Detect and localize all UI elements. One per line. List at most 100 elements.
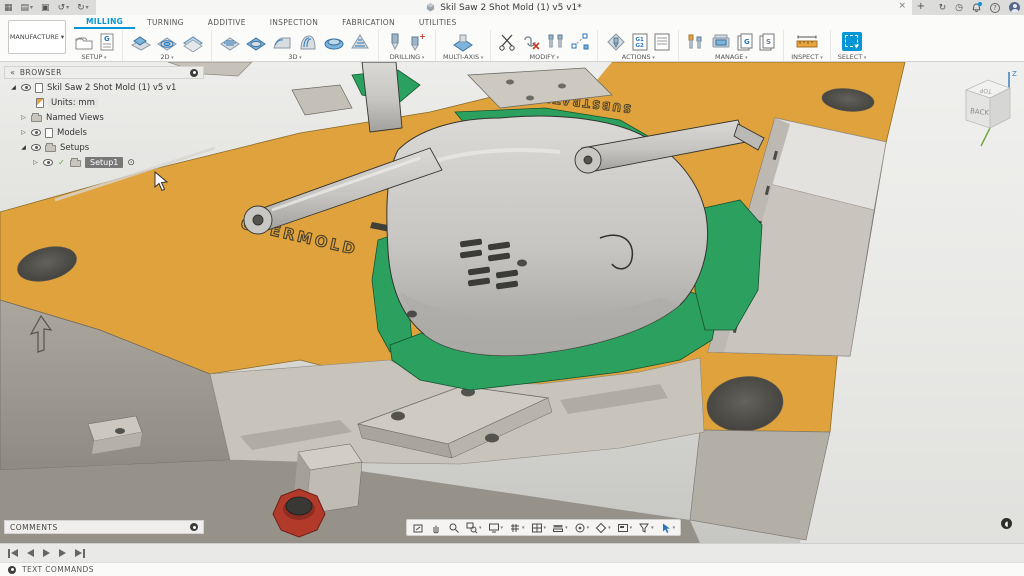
2d-face-icon[interactable]: [182, 32, 204, 52]
visibility-eye-icon[interactable]: [31, 129, 41, 136]
viewport-canvas[interactable]: OVERMOLD SUBSTRATE: [0, 62, 1024, 543]
zoom-window-icon[interactable]: ▾: [466, 522, 482, 534]
drill-icon[interactable]: [386, 32, 404, 52]
select-arrow-icon[interactable]: ▾: [660, 522, 676, 534]
expand-icon[interactable]: ▷: [20, 129, 27, 136]
assistant-bubble-icon[interactable]: ◖: [1001, 518, 1012, 529]
recent-clock-icon[interactable]: ◷: [955, 3, 963, 13]
visibility-eye-icon[interactable]: [31, 144, 41, 151]
text-commands-icon[interactable]: [8, 566, 16, 574]
new-setup-icon[interactable]: [73, 32, 95, 52]
visibility-eye-icon[interactable]: [21, 84, 31, 91]
panel-options-icon[interactable]: [190, 69, 198, 77]
close-tab-icon[interactable]: ×: [898, 1, 906, 11]
file-menu-icon[interactable]: ▤▾: [21, 3, 34, 13]
text-commands-label[interactable]: TEXT COMMANDS: [22, 565, 94, 574]
select-tool-icon[interactable]: [842, 32, 862, 51]
multiaxis-icon[interactable]: [451, 32, 475, 52]
tree-row-document[interactable]: ◢ Skil Saw 2 Shot Mold (1) v5 v1: [4, 81, 204, 94]
group-label-3d[interactable]: 3D: [288, 53, 301, 61]
tab-milling[interactable]: MILLING: [74, 16, 135, 29]
step-forward-button[interactable]: [59, 549, 66, 557]
tree-row-units[interactable]: Units: mm: [4, 96, 204, 109]
tree-row-setup1[interactable]: ▷ ✓ Setup1 ⊙: [4, 156, 204, 169]
group-label-drilling[interactable]: DRILLING: [390, 53, 425, 61]
2d-adaptive-icon[interactable]: [130, 32, 152, 52]
post-library-icon[interactable]: G: [736, 32, 754, 52]
help-icon[interactable]: ?: [990, 3, 1000, 13]
group-label-2d[interactable]: 2D: [160, 53, 173, 61]
expand-icon[interactable]: ▷: [20, 114, 27, 121]
active-setup-icon[interactable]: ⊙: [127, 158, 135, 168]
undo-icon[interactable]: ↺▾: [58, 3, 70, 13]
expand-icon[interactable]: ◢: [20, 144, 27, 151]
zoom-icon[interactable]: [448, 522, 460, 534]
comments-panel[interactable]: COMMENTS: [4, 520, 204, 534]
look-at-icon[interactable]: ▾: [595, 522, 611, 534]
redo-icon[interactable]: ↻▾: [77, 3, 89, 13]
skip-end-button[interactable]: [75, 549, 85, 558]
step-back-button[interactable]: [27, 549, 34, 557]
tree-row-models[interactable]: ▷ Models: [4, 126, 204, 139]
profile-avatar[interactable]: [1009, 2, 1020, 13]
tab-additive[interactable]: ADDITIVE: [196, 16, 258, 29]
view-cube[interactable]: TOP BACK Z: [952, 66, 1018, 152]
tree-row-setups[interactable]: ◢ Setups: [4, 141, 204, 154]
skip-start-button[interactable]: [8, 549, 18, 558]
workspace-selector-button[interactable]: MANUFACTURE ▾: [8, 20, 66, 54]
job-status-icon[interactable]: ↻: [939, 3, 947, 13]
group-label-setup[interactable]: SETUP: [82, 53, 107, 61]
save-icon[interactable]: ▣: [41, 3, 50, 13]
tab-fabrication[interactable]: FABRICATION: [330, 16, 407, 29]
tab-utilities[interactable]: UTILITIES: [407, 16, 469, 29]
3d-spiral-icon[interactable]: [349, 32, 371, 52]
group-label-select[interactable]: SELECT: [838, 53, 867, 61]
notifications-bell-icon[interactable]: [972, 3, 981, 13]
group-label-multiaxis[interactable]: MULTI-AXIS: [443, 53, 483, 61]
tab-turning[interactable]: TURNING: [135, 16, 196, 29]
setup-sheet-action-icon[interactable]: [653, 32, 671, 52]
3d-adaptive-icon[interactable]: [219, 32, 241, 52]
3d-steep-shallow-icon[interactable]: [271, 32, 293, 52]
tool-library-icon[interactable]: [686, 32, 706, 52]
edit-tool-icon[interactable]: [546, 32, 566, 52]
expand-icon[interactable]: ▷: [32, 159, 39, 166]
selected-setup-chip[interactable]: Setup1: [85, 157, 123, 168]
screen-icon[interactable]: ▾: [617, 522, 633, 534]
delete-passes-icon[interactable]: [522, 32, 542, 52]
document-tab[interactable]: Skil Saw 2 Shot Mold (1) v5 v1* ×: [96, 0, 912, 15]
simulate-icon[interactable]: [605, 32, 627, 52]
visibility-eye-icon[interactable]: [43, 159, 53, 166]
group-label-modify[interactable]: MODIFY: [530, 53, 559, 61]
pan-icon[interactable]: [430, 522, 442, 534]
app-grid-icon[interactable]: ▦: [4, 3, 13, 13]
3d-pocket-icon[interactable]: [245, 32, 267, 52]
browser-header[interactable]: « BROWSER: [4, 66, 204, 79]
post-process-icon[interactable]: G1G2: [631, 32, 649, 52]
group-label-inspect[interactable]: INSPECT: [791, 53, 823, 61]
3d-contour-icon[interactable]: [323, 32, 345, 52]
new-tab-button[interactable]: +: [917, 1, 925, 12]
measure-icon[interactable]: [795, 32, 819, 52]
viewports-icon[interactable]: ▾: [531, 522, 547, 534]
machine-library-icon[interactable]: [710, 32, 732, 52]
edit-points-icon[interactable]: [570, 32, 590, 52]
tap-icon[interactable]: +: [408, 32, 428, 52]
play-button[interactable]: [43, 549, 50, 557]
display-settings-icon[interactable]: ▾: [488, 522, 504, 534]
filter-icon[interactable]: ▾: [638, 522, 654, 534]
fit-view-icon[interactable]: [412, 522, 424, 534]
template-library-icon[interactable]: S: [758, 32, 776, 52]
grid-icon[interactable]: ▾: [509, 522, 525, 534]
steps-icon[interactable]: ▾: [552, 522, 568, 534]
group-label-manage[interactable]: MANAGE: [715, 53, 748, 61]
tree-row-named-views[interactable]: ▷ Named Views: [4, 111, 204, 124]
expand-icon[interactable]: ◢: [10, 84, 17, 91]
3d-swarf-icon[interactable]: [297, 32, 319, 52]
comments-options-icon[interactable]: [190, 523, 198, 531]
2d-pocket-icon[interactable]: [156, 32, 178, 52]
group-label-actions[interactable]: ACTIONS: [622, 53, 655, 61]
tab-inspection[interactable]: INSPECTION: [258, 16, 330, 29]
setup-sheet-icon[interactable]: G: [99, 32, 115, 52]
trim-scissors-icon[interactable]: [498, 32, 518, 52]
